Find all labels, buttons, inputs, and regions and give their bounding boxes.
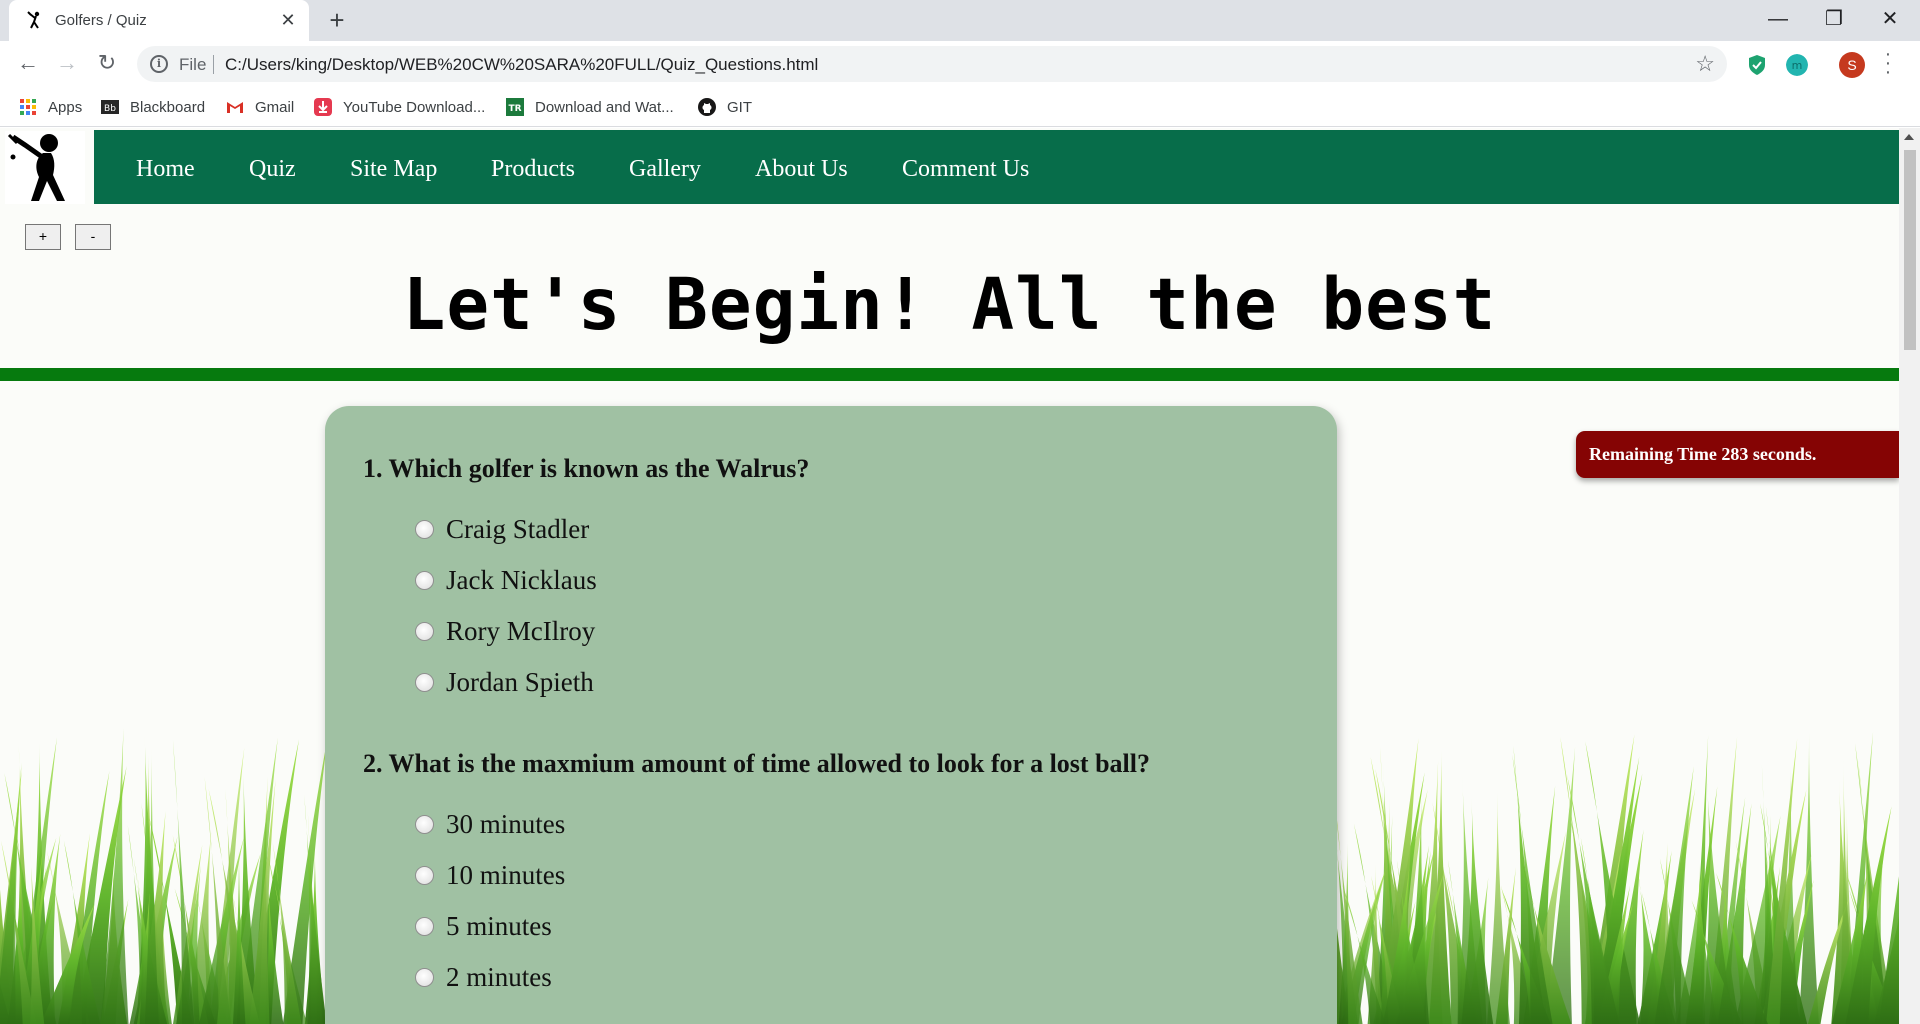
download-icon [314,98,332,116]
minimize-icon[interactable]: — [1750,0,1806,41]
radio-button[interactable] [415,916,434,936]
timer-text: Remaining Time 283 seconds. [1589,444,1817,464]
m-extension-icon[interactable]: m [1786,54,1808,76]
scroll-up-arrow-icon[interactable] [1904,134,1914,140]
profile-avatar[interactable]: S [1839,52,1865,78]
bookmark-star-icon[interactable]: ☆ [1695,51,1715,77]
bookmarks-bar: Apps Bb Blackboard Gmail YouTube Downloa… [0,87,1920,127]
q2-option-3[interactable]: 5 minutes [415,911,552,941]
browser-tab[interactable]: Golfers / Quiz ✕ [9,0,309,41]
countdown-timer: Remaining Time 283 seconds. [1576,431,1899,478]
bookmark-gmail[interactable]: Gmail [226,95,294,119]
bookmark-label: Blackboard [130,98,206,116]
svg-text:TR: TR [508,104,521,114]
question-1: 1. Which golfer is known as the Walrus? [363,454,810,483]
web-page: Home Quiz Site Map Products Gallery Abou… [0,128,1899,1024]
url-scheme: File [179,55,207,74]
shield-extension-icon[interactable] [1746,54,1768,76]
reload-icon[interactable]: ↻ [94,51,120,77]
q2-option-1[interactable]: 30 minutes [415,809,565,839]
nav-site-map[interactable]: Site Map [350,156,437,183]
option-label: Jack Nicklaus [446,564,597,595]
forward-arrow-icon[interactable]: → [54,51,80,77]
radio-button[interactable] [415,865,434,885]
option-label: Craig Stadler [446,513,590,544]
new-tab-icon[interactable]: + [324,7,350,34]
tab-strip: Golfers / Quiz ✕ + — ❐ ✕ [0,0,1920,41]
close-window-icon[interactable]: ✕ [1862,0,1918,41]
restore-icon[interactable]: ❐ [1806,0,1862,41]
browser-toolbar: ← → ↻ i File C:/Users/king/Desktop/WEB%2… [0,41,1920,87]
q1-option-1[interactable]: Craig Stadler [415,514,589,544]
main-nav: Home Quiz Site Map Products Gallery Abou… [94,130,1899,204]
golfer-logo-icon [7,133,65,201]
close-tab-icon[interactable]: ✕ [279,11,297,29]
github-icon [698,98,716,116]
info-icon[interactable]: i [150,55,168,73]
option-label: Rory McIlroy [446,615,596,646]
bookmark-label: Apps [48,98,83,116]
bookmark-apps[interactable]: Apps [19,95,82,119]
nav-gallery[interactable]: Gallery [629,156,701,183]
option-label: Jordan Spieth [446,666,594,697]
quiz-card: 1. Which golfer is known as the Walrus? … [325,406,1337,1024]
svg-text:Bb: Bb [104,104,116,114]
apps-grid-icon [20,99,36,115]
option-label: 5 minutes [446,910,552,941]
golfer-favicon-icon [27,11,40,29]
url-text[interactable]: C:/Users/king/Desktop/WEB%20CW%20SARA%20… [225,55,818,75]
golfer-logo[interactable] [5,131,85,204]
increase-font-button[interactable]: + [25,224,61,250]
gmail-icon [227,102,243,113]
scroll-thumb[interactable] [1904,150,1916,350]
divider [213,55,214,74]
tab-title: Golfers / Quiz [55,12,147,29]
nav-about-us[interactable]: About Us [755,156,848,183]
tr-icon: TR [506,98,524,116]
radio-button[interactable] [415,672,434,692]
page-scrollbar[interactable] [1899,128,1920,1024]
decrease-font-button[interactable]: - [75,224,111,250]
blackboard-icon: Bb [101,100,119,114]
option-label: 30 minutes [446,808,566,839]
radio-button[interactable] [415,814,434,834]
site-header: Home Quiz Site Map Products Gallery Abou… [0,128,1899,204]
nav-home[interactable]: Home [136,156,195,183]
nav-products[interactable]: Products [491,156,575,183]
option-label: 2 minutes [446,961,552,992]
browser-menu-icon[interactable]: · · · [1882,44,1894,82]
bookmark-youtube-download[interactable]: YouTube Download... [314,95,485,119]
back-arrow-icon[interactable]: ← [15,51,41,77]
green-divider [0,368,1899,381]
svg-text:m: m [1792,59,1803,72]
page-title: Let's Begin! All the best [402,263,1497,346]
q1-option-2[interactable]: Jack Nicklaus [415,565,597,595]
nav-quiz[interactable]: Quiz [249,156,296,183]
q1-option-4[interactable]: Jordan Spieth [415,667,594,697]
bookmark-label: YouTube Download... [343,98,486,116]
question-2: 2. What is the maxmium amount of time al… [363,749,1150,778]
option-label: 10 minutes [446,859,566,890]
radio-button[interactable] [415,621,434,641]
bookmark-blackboard[interactable]: Bb Blackboard [101,95,205,119]
bookmark-label: Download and Wat... [535,98,674,116]
bookmark-git[interactable]: GIT [698,95,752,119]
bookmark-download-and-watch[interactable]: TR Download and Wat... [506,95,674,119]
nav-comment-us[interactable]: Comment Us [902,156,1029,183]
radio-button[interactable] [415,967,434,987]
radio-button[interactable] [415,519,434,539]
bookmark-label: GIT [727,98,752,116]
address-bar[interactable]: i File C:/Users/king/Desktop/WEB%20CW%20… [137,46,1727,82]
q2-option-2[interactable]: 10 minutes [415,860,565,890]
radio-button[interactable] [415,570,434,590]
q1-option-3[interactable]: Rory McIlroy [415,616,595,646]
bookmark-label: Gmail [255,98,295,116]
q2-option-4[interactable]: 2 minutes [415,962,552,992]
